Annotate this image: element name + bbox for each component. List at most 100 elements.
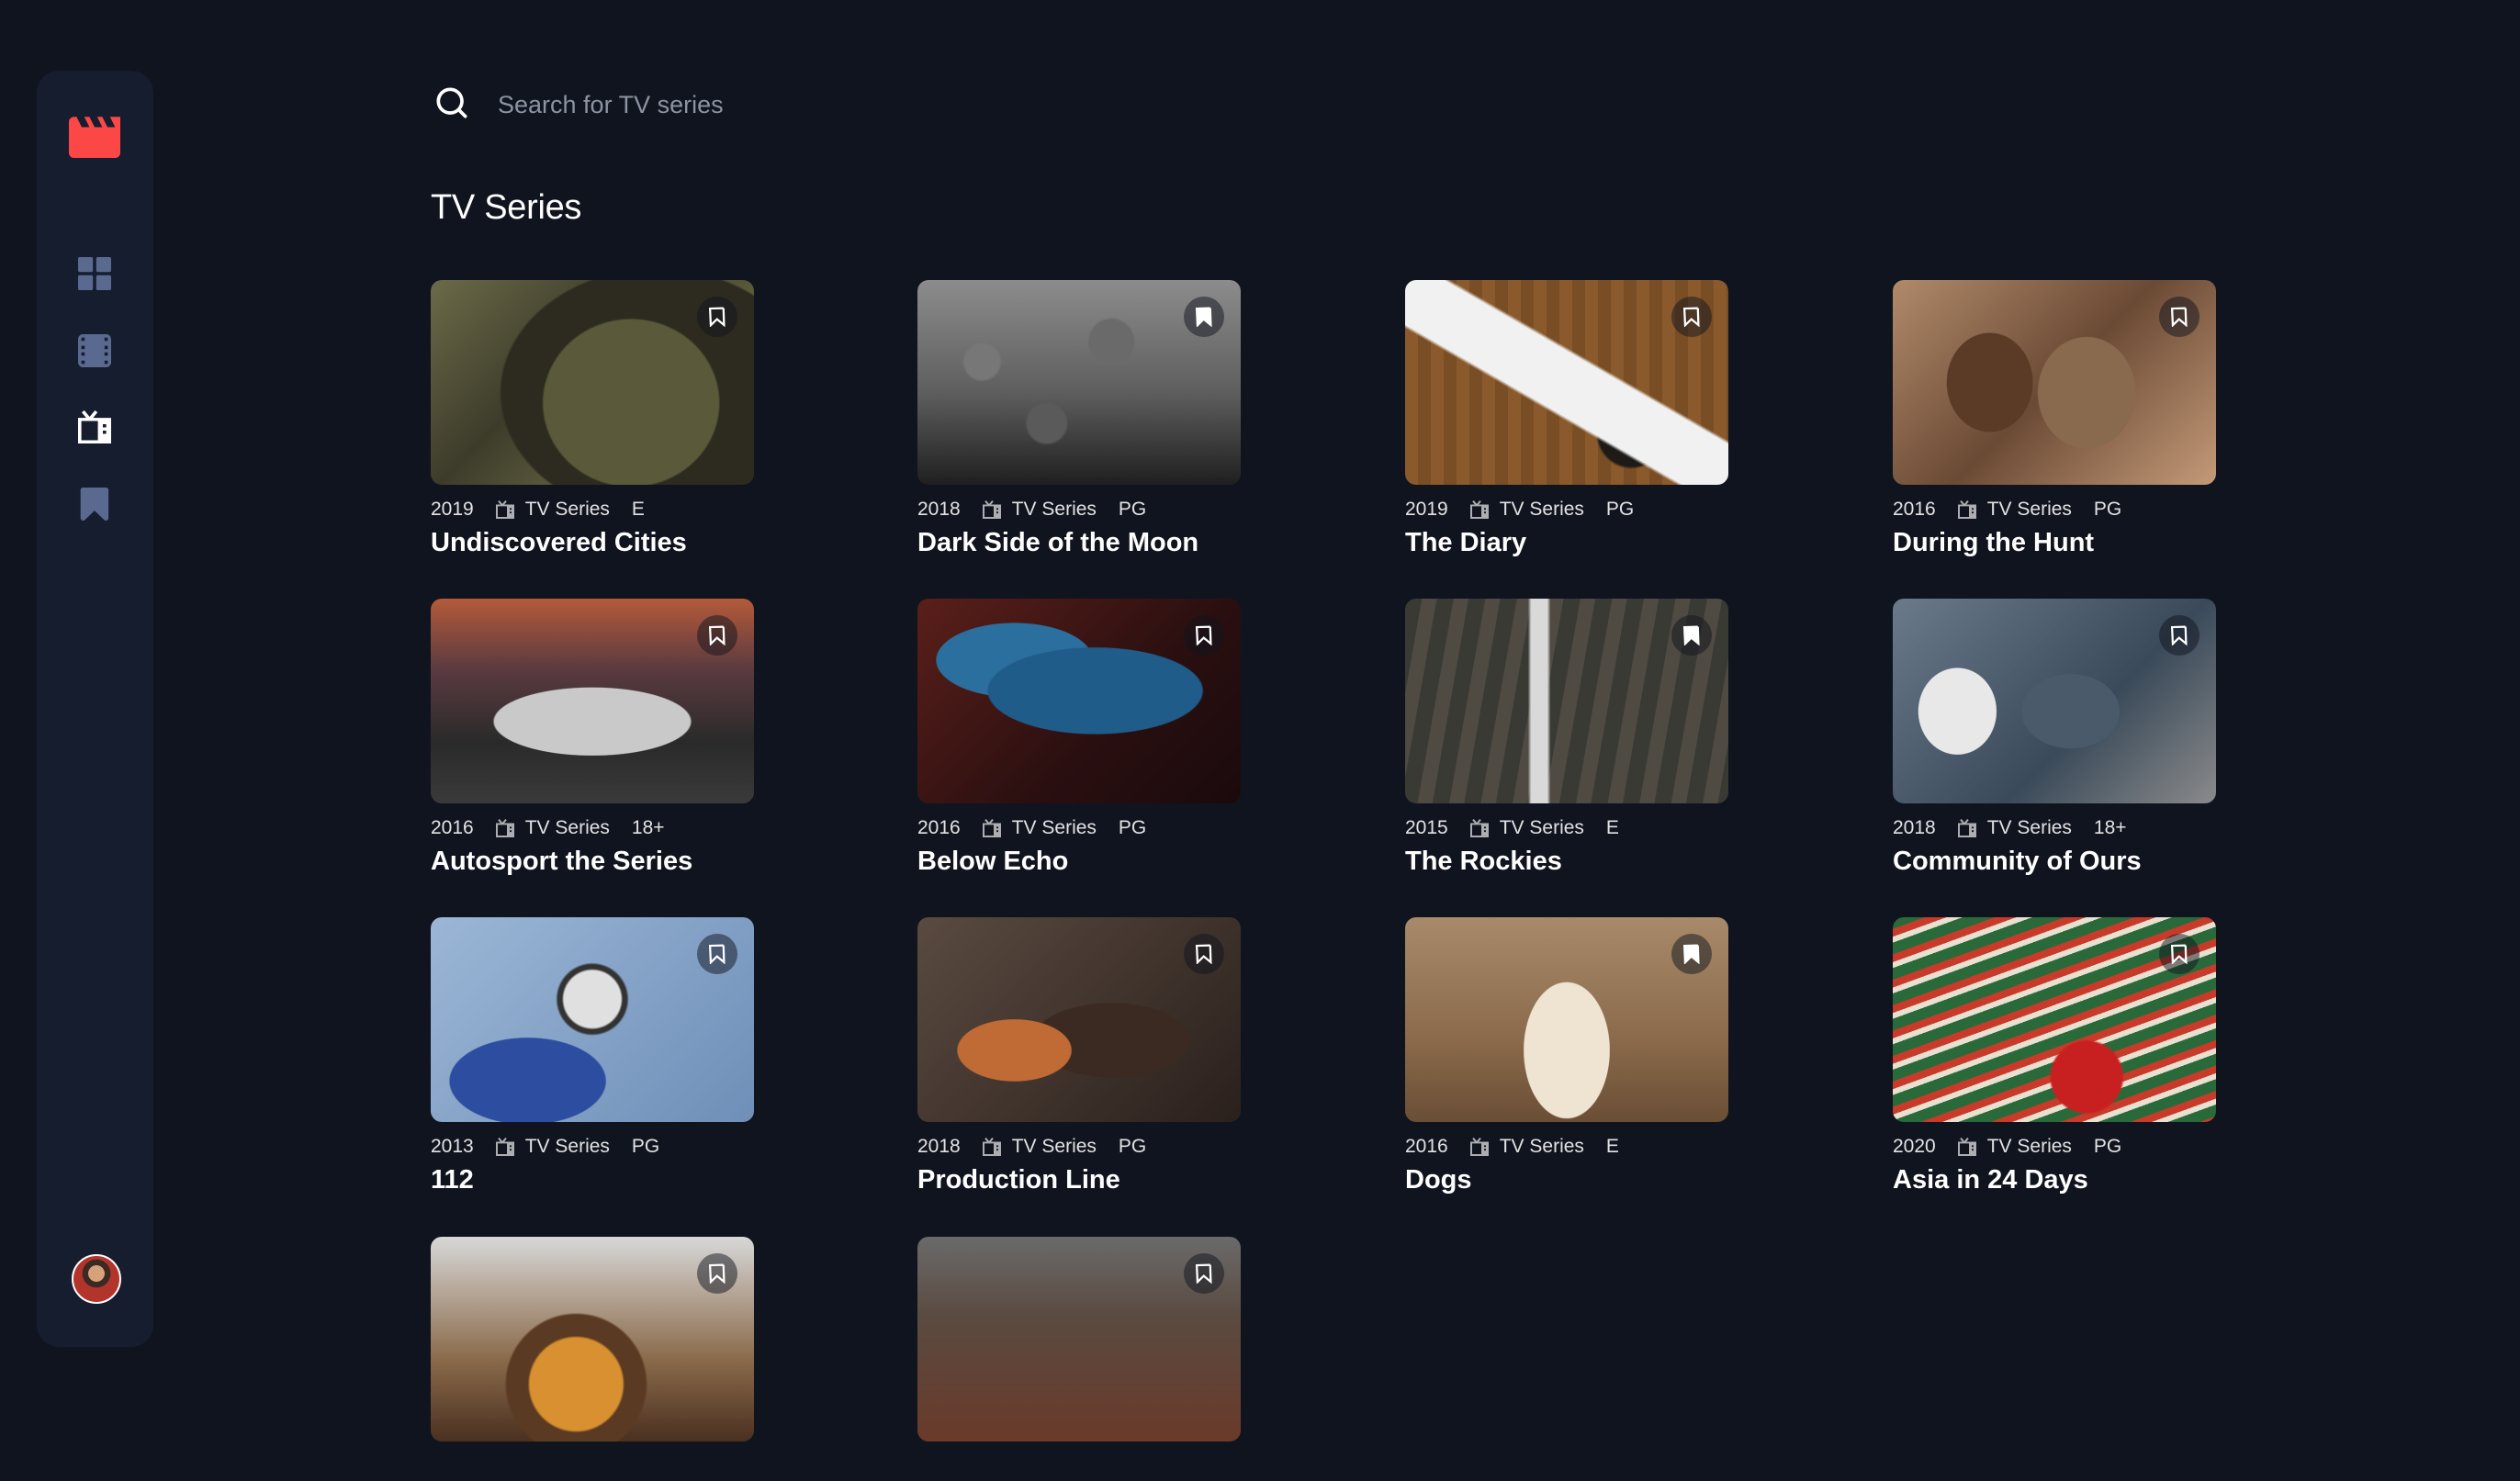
bookmark-icon bbox=[2171, 944, 2188, 964]
series-category: TV Series bbox=[1011, 817, 1097, 838]
series-meta: 2018 TV Series 18+ bbox=[1893, 817, 2216, 839]
series-thumbnail[interactable] bbox=[1405, 280, 1728, 485]
series-thumbnail[interactable] bbox=[1405, 599, 1728, 803]
series-category: TV Series bbox=[1011, 499, 1097, 520]
bookmark-button[interactable] bbox=[697, 615, 737, 656]
series-rating: PG bbox=[2093, 1136, 2122, 1157]
series-rating: PG bbox=[1118, 499, 1147, 520]
series-title[interactable]: Undiscovered Cities bbox=[431, 528, 754, 558]
avatar[interactable] bbox=[72, 1254, 121, 1304]
grid-icon[interactable] bbox=[78, 257, 111, 290]
bookmark-button[interactable] bbox=[1671, 934, 1712, 974]
series-card[interactable]: 2015 TV Series E The Rockies bbox=[1405, 599, 1728, 877]
series-card[interactable]: 2018 TV Series PG Dark Side of the Moon bbox=[917, 280, 1241, 558]
series-title[interactable]: Community of Ours bbox=[1893, 847, 2216, 877]
series-year: 2016 bbox=[1893, 499, 1936, 520]
series-rating: E bbox=[631, 499, 645, 520]
series-title[interactable]: Production Line bbox=[917, 1165, 1241, 1195]
bookmark-icon bbox=[1683, 625, 1700, 645]
series-card[interactable]: 2020 TV Series PG Asia in 24 Days bbox=[1893, 917, 2216, 1195]
series-thumbnail[interactable] bbox=[1893, 280, 2216, 485]
series-rating: E bbox=[1605, 1136, 1619, 1157]
tv-icon[interactable] bbox=[78, 410, 111, 443]
series-thumbnail[interactable] bbox=[917, 917, 1241, 1122]
bookmark-button[interactable] bbox=[2159, 615, 2199, 656]
series-meta: 2016 TV Series PG bbox=[917, 817, 1241, 839]
series-meta: 2016 TV Series E bbox=[1405, 1136, 1728, 1158]
series-category: TV Series bbox=[524, 817, 610, 838]
bookmark-icon bbox=[709, 1263, 726, 1284]
series-title[interactable]: The Rockies bbox=[1405, 847, 1728, 877]
bookmark-button[interactable] bbox=[1671, 297, 1712, 337]
series-card[interactable]: 2016 TV Series 18+ Autosport the Series bbox=[431, 599, 754, 877]
series-rating: PG bbox=[1605, 499, 1635, 520]
bookmark-button[interactable] bbox=[697, 934, 737, 974]
series-title[interactable]: During the Hunt bbox=[1893, 528, 2216, 558]
series-card[interactable]: 2018 TV Series 18+ Community of Ours bbox=[1893, 599, 2216, 877]
series-year: 2016 bbox=[917, 817, 961, 838]
series-card[interactable]: 2019 TV Series E Undiscovered Cities bbox=[431, 280, 754, 558]
bookmark-button[interactable] bbox=[1184, 615, 1224, 656]
series-thumbnail[interactable] bbox=[1893, 599, 2216, 803]
series-title[interactable]: Dogs bbox=[1405, 1165, 1728, 1195]
series-year: 2013 bbox=[431, 1136, 474, 1157]
series-title[interactable]: The Diary bbox=[1405, 528, 1728, 558]
tv-category-icon bbox=[982, 1138, 1001, 1156]
bookmark-icon bbox=[2171, 625, 2188, 645]
series-thumbnail[interactable] bbox=[431, 280, 754, 485]
series-rating: 18+ bbox=[631, 817, 665, 838]
film-icon[interactable] bbox=[78, 334, 111, 367]
series-category: TV Series bbox=[1986, 499, 2072, 520]
bookmark-button[interactable] bbox=[697, 1253, 737, 1294]
series-thumbnail[interactable] bbox=[917, 1237, 1241, 1442]
series-thumbnail[interactable] bbox=[431, 917, 754, 1122]
series-title[interactable]: Asia in 24 Days bbox=[1893, 1165, 2216, 1195]
series-card[interactable]: 2018 TV Series PG Production Line bbox=[917, 917, 1241, 1195]
series-thumbnail[interactable] bbox=[1405, 917, 1728, 1122]
series-card[interactable] bbox=[431, 1237, 754, 1481]
bookmark-icon[interactable] bbox=[78, 488, 111, 521]
series-card[interactable]: 2016 TV Series PG Below Echo bbox=[917, 599, 1241, 877]
series-card[interactable]: 2019 TV Series PG The Diary bbox=[1405, 280, 1728, 558]
series-year: 2019 bbox=[1405, 499, 1448, 520]
series-title[interactable]: 112 bbox=[431, 1165, 754, 1195]
series-rating: E bbox=[1605, 817, 1619, 838]
series-thumbnail[interactable] bbox=[917, 599, 1241, 803]
bookmark-button[interactable] bbox=[1184, 297, 1224, 337]
bookmark-icon bbox=[1196, 944, 1212, 964]
series-rating: PG bbox=[631, 1136, 660, 1157]
bookmark-button[interactable] bbox=[2159, 297, 2199, 337]
bookmark-button[interactable] bbox=[1671, 615, 1712, 656]
series-thumbnail[interactable] bbox=[1893, 917, 2216, 1122]
series-year: 2018 bbox=[917, 499, 961, 520]
series-card[interactable]: 2013 TV Series PG 112 bbox=[431, 917, 754, 1195]
bookmark-icon bbox=[709, 625, 726, 645]
series-thumbnail[interactable] bbox=[431, 599, 754, 803]
series-meta: 2015 TV Series E bbox=[1405, 817, 1728, 839]
series-title[interactable]: Autosport the Series bbox=[431, 847, 754, 877]
series-title[interactable]: Below Echo bbox=[917, 847, 1241, 877]
tv-category-icon bbox=[495, 819, 514, 837]
page-title: TV Series bbox=[431, 188, 582, 227]
series-thumbnail[interactable] bbox=[431, 1237, 754, 1442]
series-year: 2020 bbox=[1893, 1136, 1936, 1157]
series-card[interactable]: 2016 TV Series E Dogs bbox=[1405, 917, 1728, 1195]
series-title[interactable]: Dark Side of the Moon bbox=[917, 528, 1241, 558]
series-card[interactable]: 2016 TV Series PG During the Hunt bbox=[1893, 280, 2216, 558]
series-year: 2016 bbox=[1405, 1136, 1448, 1157]
bookmark-icon bbox=[1683, 944, 1700, 964]
tv-category-icon bbox=[1469, 1138, 1489, 1156]
bookmark-icon bbox=[1196, 307, 1212, 327]
bookmark-button[interactable] bbox=[697, 297, 737, 337]
bookmark-button[interactable] bbox=[1184, 934, 1224, 974]
tv-category-icon bbox=[982, 500, 1001, 519]
series-year: 2015 bbox=[1405, 817, 1448, 838]
tv-category-icon bbox=[1469, 819, 1489, 837]
series-meta: 2018 TV Series PG bbox=[917, 499, 1241, 521]
movie-clapper-icon[interactable] bbox=[69, 117, 120, 159]
search-input[interactable] bbox=[496, 81, 1326, 129]
bookmark-button[interactable] bbox=[2159, 934, 2199, 974]
series-thumbnail[interactable] bbox=[917, 280, 1241, 485]
bookmark-button[interactable] bbox=[1184, 1253, 1224, 1294]
series-card[interactable] bbox=[917, 1237, 1241, 1481]
